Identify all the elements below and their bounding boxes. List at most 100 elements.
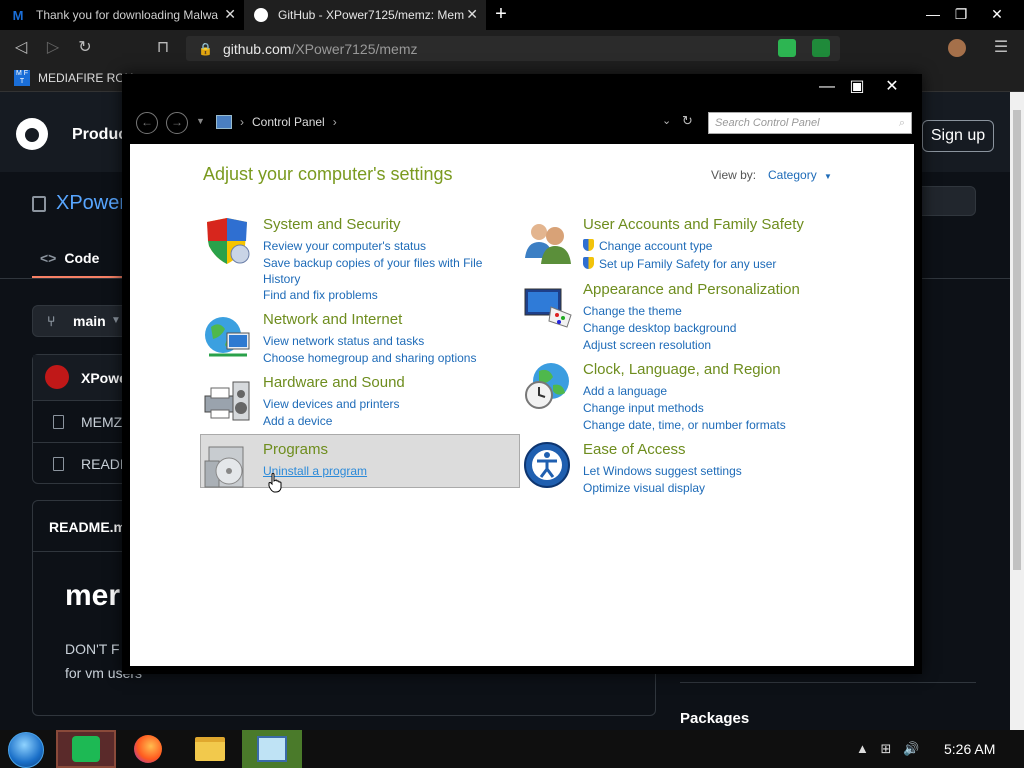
github-logo-icon[interactable] [16, 118, 48, 150]
network-icon[interactable]: ⊞ [881, 741, 892, 756]
bookmark-icon[interactable]: ⊓ [152, 38, 174, 58]
volume-icon[interactable]: 🔊 [903, 741, 919, 756]
category-link[interactable]: Change input methods [583, 400, 704, 417]
back-icon[interactable]: ← [136, 112, 158, 134]
view-by-value: Category [768, 168, 817, 182]
product-menu[interactable]: Produc [72, 126, 127, 144]
new-tab-button[interactable]: + [490, 4, 512, 25]
branch-name: main [73, 313, 106, 329]
close-tab-icon[interactable]: ✕ [224, 6, 236, 23]
tab-code[interactable]: <> Code [40, 250, 99, 266]
category-link[interactable]: Change date, time, or number formats [583, 417, 786, 434]
repo-name[interactable]: XPower [56, 192, 126, 215]
tab-malwarebytes[interactable]: M Thank you for downloading Malwa ✕ [0, 0, 244, 30]
ease-of-access-icon [523, 441, 573, 491]
bookmark-mediafire[interactable]: M FT MEDIAFIRE ROU [14, 70, 133, 86]
category-title[interactable]: Appearance and Personalization [583, 281, 800, 298]
category-title[interactable]: Hardware and Sound [263, 374, 405, 391]
category-link[interactable]: Choose homegroup and sharing options [263, 350, 476, 367]
branch-select[interactable]: ⑂ main ▼ [32, 305, 128, 337]
chevron-down-icon[interactable]: ⌄ [662, 114, 671, 127]
category-title[interactable]: Ease of Access [583, 441, 686, 458]
category-link[interactable]: View network status and tasks [263, 333, 424, 350]
globe-network-icon [203, 311, 253, 361]
profile-avatar[interactable] [948, 39, 966, 57]
category-title[interactable]: Programs [263, 441, 328, 458]
lock-icon: 🔒 [198, 41, 213, 56]
close-tab-icon[interactable]: ✕ [466, 6, 478, 23]
category-hardware-sound: Hardware and Sound View devices and prin… [203, 374, 523, 428]
show-hidden-icons-icon[interactable]: ▲ [856, 741, 869, 756]
category-title[interactable]: Clock, Language, and Region [583, 361, 781, 378]
reload-icon[interactable]: ↻ [74, 38, 96, 58]
control-panel-content: Adjust your computer's settings View by:… [130, 144, 914, 666]
taskbar-file-explorer[interactable] [180, 730, 240, 768]
repo-title[interactable]: XPower [32, 192, 126, 215]
category-network-internet: Network and Internet View network status… [203, 311, 523, 365]
scrollbar-thumb[interactable] [1013, 110, 1021, 570]
forward-icon[interactable]: ▷ [42, 38, 64, 58]
maximize-icon[interactable]: ❐ [944, 2, 978, 26]
minimize-icon[interactable]: — [812, 76, 842, 98]
system-tray[interactable]: ▲ ⊞ 🔊 [856, 741, 919, 757]
category-link[interactable]: Adjust screen resolution [583, 337, 711, 354]
category-link[interactable]: Add a language [583, 383, 667, 400]
start-button[interactable] [8, 732, 44, 768]
category-title[interactable]: System and Security [263, 216, 401, 233]
category-link[interactable]: History [263, 271, 300, 288]
close-window-icon[interactable]: ✕ [877, 76, 907, 98]
commit-author: XPowe [81, 370, 127, 386]
readme-heading: mer [65, 579, 121, 612]
chevron-down-icon: ▼ [824, 172, 832, 181]
back-icon[interactable]: ◁ [10, 38, 32, 58]
view-by-label: View by: [711, 168, 757, 182]
category-link[interactable]: Optimize visual display [583, 480, 705, 497]
search-icon: ⌕ [898, 117, 905, 129]
breadcrumb[interactable]: › Control Panel › [216, 115, 337, 129]
refresh-icon[interactable]: ↻ [682, 113, 693, 129]
extension-icon[interactable] [778, 39, 796, 57]
category-title[interactable]: User Accounts and Family Safety [583, 216, 804, 233]
search-input[interactable]: Search Control Panel ⌕ [708, 112, 912, 134]
readme-text: DON'T F [65, 641, 120, 657]
view-by-dropdown[interactable]: Category ▼ [768, 168, 832, 182]
family-safety-link[interactable]: Set up Family Safety for any user [583, 256, 776, 273]
category-link[interactable]: Review your computer's status [263, 238, 426, 255]
taskbar-spotify[interactable] [56, 730, 116, 768]
breadcrumb-item[interactable]: Control Panel [252, 115, 325, 129]
tab-github[interactable]: GitHub - XPower7125/memz: Mem ✕ [244, 0, 486, 30]
category-link[interactable]: View devices and printers [263, 396, 400, 413]
taskbar-control-panel[interactable] [242, 730, 302, 768]
category-link[interactable]: Save backup copies of your files with Fi… [263, 255, 482, 272]
category-link[interactable]: Let Windows suggest settings [583, 463, 742, 480]
maximize-icon[interactable]: ▣ [842, 76, 872, 98]
sign-up-button[interactable]: Sign up [922, 120, 994, 152]
link-label: Change account type [599, 239, 713, 253]
code-icon: <> [40, 250, 57, 266]
category-title[interactable]: Network and Internet [263, 311, 402, 328]
category-link[interactable]: Find and fix problems [263, 287, 378, 304]
category-link[interactable]: Change desktop background [583, 320, 736, 337]
shield-extension-icon[interactable] [812, 39, 830, 57]
forward-icon[interactable]: → [166, 112, 188, 134]
recent-pages-icon[interactable]: ▼ [196, 116, 205, 126]
address-bar[interactable]: 🔒 github.com/XPower7125/memz [186, 36, 840, 61]
uac-shield-icon [583, 239, 594, 251]
browser-tab-bar: M Thank you for downloading Malwa ✕ GitH… [0, 0, 1024, 30]
category-link[interactable]: Change the theme [583, 303, 682, 320]
menu-icon[interactable]: ☰ [990, 38, 1012, 58]
readme-title: README.m [49, 519, 127, 535]
spotify-icon [72, 736, 100, 762]
taskbar-firefox[interactable] [118, 730, 178, 768]
category-link[interactable]: Add a device [263, 413, 332, 430]
page-title: Adjust your computer's settings [203, 164, 453, 184]
file-name[interactable]: MEMZ [81, 414, 122, 430]
change-account-type-link[interactable]: Change account type [583, 238, 712, 255]
url-path: /XPower7125/memz [291, 40, 418, 57]
clock[interactable]: 5:26 AM [944, 741, 995, 757]
close-window-icon[interactable]: ✕ [980, 2, 1014, 26]
monitor-palette-icon [523, 281, 573, 331]
chevron-right-icon: › [332, 115, 337, 129]
chevron-right-icon: › [240, 115, 244, 129]
category-ease-of-access: Ease of Access Let Windows suggest setti… [523, 441, 843, 495]
